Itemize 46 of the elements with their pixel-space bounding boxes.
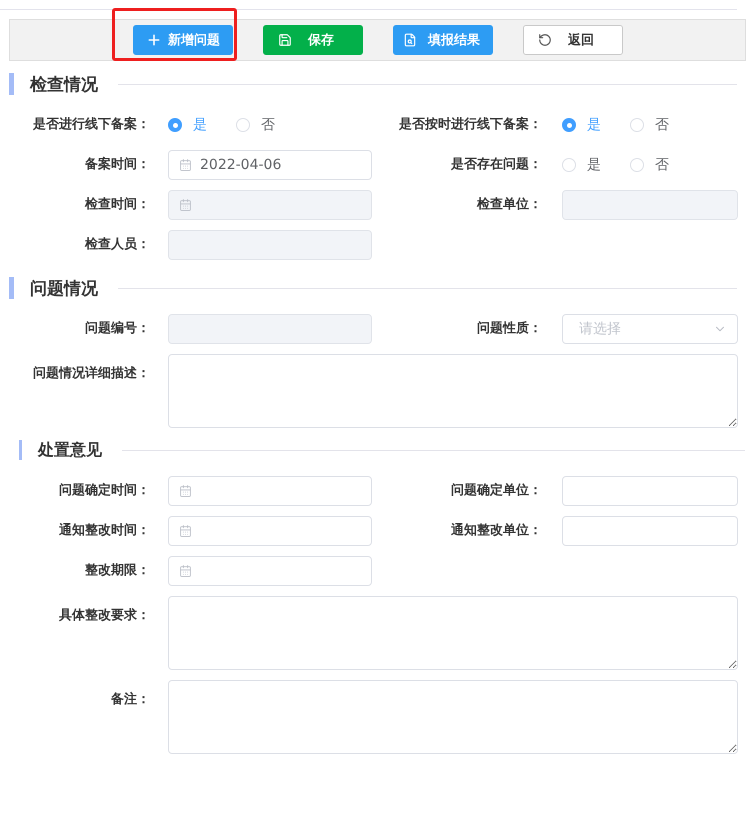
field-label: 问题编号：: [85, 320, 150, 338]
date-field[interactable]: 2022-04-06: [168, 150, 372, 180]
field-label: 是否进行线下备案：: [33, 116, 150, 134]
calendar-icon: [179, 198, 192, 212]
title-accent-bar: [19, 440, 22, 460]
section-title: 问题情况: [30, 278, 98, 300]
textarea-field[interactable]: [168, 680, 738, 754]
field-label: 整改期限：: [85, 562, 150, 580]
radio-option[interactable]: 否: [630, 156, 669, 174]
field-label: 检查时间：: [85, 196, 150, 214]
document-search-icon: [403, 33, 417, 47]
radio-option[interactable]: 否: [630, 116, 669, 134]
textarea-field[interactable]: [168, 596, 738, 670]
date-field[interactable]: [168, 476, 372, 506]
field-label: 问题确定时间：: [59, 482, 150, 500]
field-label: 问题性质：: [477, 320, 542, 338]
calendar-icon: [179, 484, 192, 498]
calendar-icon: [179, 564, 192, 578]
field-label: 问题情况详细描述：: [33, 364, 150, 383]
date-field[interactable]: [168, 516, 372, 546]
field-label: 问题确定单位：: [451, 482, 542, 500]
field-label: 备注：: [111, 690, 150, 709]
textarea-field[interactable]: [168, 354, 738, 428]
field-label: 是否存在问题：: [451, 156, 542, 174]
text-field[interactable]: [562, 476, 738, 506]
back-button[interactable]: 返回: [523, 25, 623, 55]
select-field[interactable]: 请选择: [562, 314, 738, 344]
field-label: 通知整改单位：: [451, 522, 542, 540]
field-label: 检查单位：: [477, 196, 542, 214]
field-label: 具体整改要求：: [59, 607, 150, 625]
radio-option[interactable]: 是: [562, 156, 601, 174]
calendar-icon: [179, 158, 192, 172]
section-title: 处置意见: [38, 440, 102, 460]
circular-arrow-icon: [538, 33, 552, 47]
section-title: 检查情况: [30, 74, 98, 96]
date-field[interactable]: [168, 556, 372, 586]
calendar-icon: [179, 524, 192, 538]
title-accent-bar: [9, 73, 14, 95]
title-accent-bar: [9, 277, 14, 299]
field-label: 备案时间：: [85, 156, 150, 174]
text-field[interactable]: [562, 516, 738, 546]
radio-option[interactable]: 否: [236, 116, 275, 134]
field-label: 是否按时进行线下备案：: [399, 116, 542, 134]
field-label: 检查人员：: [85, 236, 150, 254]
plus-icon: [146, 32, 162, 48]
field-label: 通知整改时间：: [59, 522, 150, 540]
